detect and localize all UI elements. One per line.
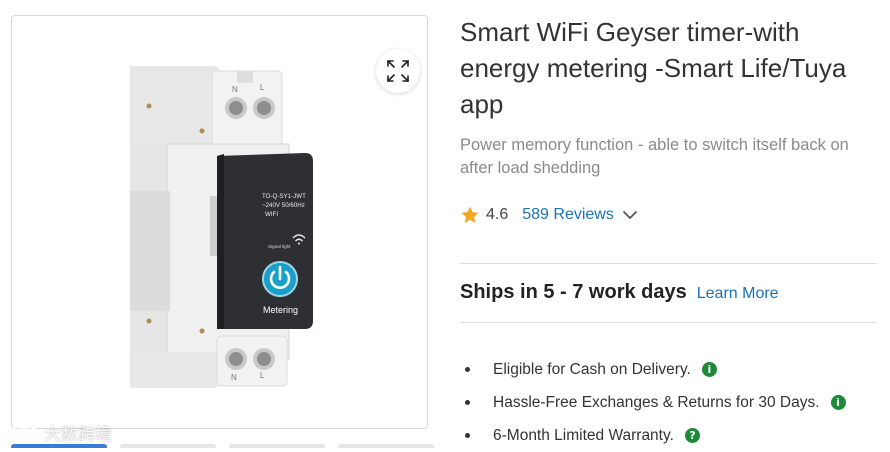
device-spec-wifi: WIFI [265, 211, 278, 218]
divider [460, 322, 877, 323]
shipping-info: Ships in 5 - 7 work days Learn More [460, 281, 779, 304]
device-spec-model: TO-Q-SY1-JWT [262, 193, 306, 200]
expand-image-button[interactable] [376, 49, 420, 93]
info-icon[interactable]: i [830, 395, 846, 410]
power-icon [262, 261, 298, 297]
watermark-logo-icon [11, 425, 37, 440]
device-signal-label: Signal light [268, 244, 291, 249]
shipping-time: Ships in 5 - 7 work days [460, 281, 687, 303]
rating-row: 4.6 589 Reviews [460, 203, 638, 227]
info-icon[interactable]: i [701, 362, 717, 377]
product-image[interactable]: TO-Q-SY1-JWT ~240V 50/60Hz WIFI Signal l… [12, 16, 427, 428]
terminal-l-bottom: L [260, 371, 265, 380]
rating-value: 4.6 [486, 206, 509, 223]
product-subtitle: Power memory function - able to switch i… [460, 136, 849, 177]
feature-text: Hassle-Free Exchanges & Returns for 30 D… [493, 393, 820, 411]
bullet-icon [465, 367, 470, 372]
watermark-text: 大数跨境 [44, 425, 112, 444]
learn-more-link[interactable]: Learn More [697, 285, 779, 303]
bullet-icon [465, 400, 470, 405]
help-icon[interactable]: ? [684, 428, 700, 443]
chevron-down-icon[interactable] [622, 210, 638, 220]
terminal-l-top: L [260, 83, 265, 92]
product-title: Smart WiFi Geyser timer-with energy mete… [460, 17, 847, 119]
feature-text: Eligible for Cash on Delivery. [493, 360, 691, 378]
feature-list: Eligible for Cash on Delivery. i Hassle-… [460, 353, 846, 452]
thumbnail-4[interactable] [338, 444, 434, 448]
watermark: 大数跨境 [10, 420, 112, 445]
feature-item: Hassle-Free Exchanges & Returns for 30 D… [460, 386, 846, 419]
thumbnail-3[interactable] [229, 444, 325, 448]
feature-item: Eligible for Cash on Delivery. i [460, 353, 846, 386]
product-image-gallery[interactable]: TO-Q-SY1-JWT ~240V 50/60Hz WIFI Signal l… [11, 15, 428, 429]
device-button-label: Metering [263, 305, 298, 315]
terminal-n-bottom: N [231, 373, 237, 382]
expand-icon [387, 60, 409, 82]
star-icon [461, 206, 479, 223]
terminal-n-top: N [232, 85, 238, 94]
thumbnail-2[interactable] [120, 444, 216, 448]
divider [460, 263, 877, 264]
thumbnail-1[interactable] [11, 444, 107, 448]
feature-text: 6-Month Limited Warranty. [493, 426, 674, 444]
bullet-icon [465, 433, 470, 438]
device-spec-voltage: ~240V 50/60Hz [262, 202, 305, 209]
feature-item: 6-Month Limited Warranty. ? [460, 419, 846, 452]
reviews-link[interactable]: 589 Reviews [522, 206, 614, 224]
